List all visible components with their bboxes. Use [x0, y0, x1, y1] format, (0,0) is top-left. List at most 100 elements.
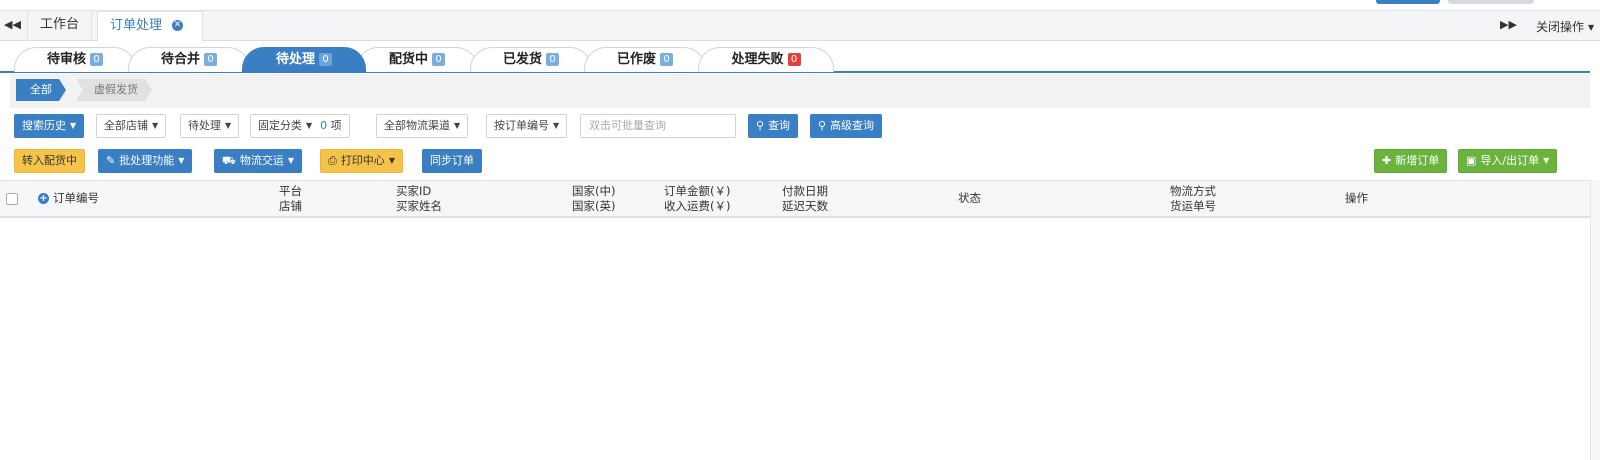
- tab-pending-merge[interactable]: 待合并 0: [128, 47, 250, 72]
- col-shipping-method: 物流方式: [1170, 184, 1216, 198]
- chevron-down-icon: ▼: [553, 121, 560, 130]
- pending-dropdown[interactable]: 待处理 ▼: [180, 114, 240, 138]
- chevron-down-icon: ▼: [225, 121, 232, 130]
- logistics-handover-dropdown[interactable]: ⛟ 物流交运 ▼: [214, 149, 302, 173]
- tab-pending-review[interactable]: 待审核 0: [14, 47, 136, 72]
- advanced-query-button[interactable]: ⚲ 高级查询: [810, 114, 883, 138]
- query-button[interactable]: ⚲ 查询: [748, 114, 799, 138]
- batch-label: 批处理功能: [119, 154, 175, 167]
- new-order-label: 新增订单: [1395, 154, 1440, 167]
- tab-workbench-label: 工作台: [40, 17, 80, 32]
- fixed-category-label: 固定分类: [258, 119, 302, 132]
- col-country-cn: 国家(中): [572, 184, 616, 198]
- search-field-label: 按订单编号: [494, 119, 549, 132]
- plus-icon: ✚: [1382, 154, 1392, 167]
- logistics-dropdown[interactable]: 全部物流渠道 ▼: [376, 114, 469, 138]
- top-stub-blue: [1376, 0, 1440, 4]
- tab-failed[interactable]: 处理失败 0: [698, 47, 834, 72]
- filter-all[interactable]: 全部: [16, 79, 66, 101]
- col-pay-date: 付款日期: [782, 184, 828, 198]
- briefcase-icon: ▣: [1466, 154, 1477, 167]
- col-delay-days: 延迟天数: [782, 199, 828, 213]
- batch-dropdown[interactable]: ✎ 批处理功能 ▼: [98, 149, 193, 173]
- to-picking-button[interactable]: 转入配货中: [14, 149, 85, 173]
- count-badge: 0: [432, 53, 445, 66]
- col-buyer-id: 买家ID: [396, 184, 432, 198]
- col-tracking-no: 货运单号: [1170, 199, 1216, 213]
- chevron-down-icon: ▼: [287, 156, 294, 165]
- logistics-label: 全部物流渠道: [384, 119, 450, 132]
- search-history-label: 搜索历史: [22, 119, 66, 132]
- item-unit: 项: [330, 119, 342, 132]
- col-shipping-income: 收入运费(￥): [664, 199, 731, 213]
- col-operation: 操作: [1345, 191, 1368, 205]
- search-field-dropdown[interactable]: 按订单编号 ▼: [486, 114, 568, 138]
- select-all-checkbox[interactable]: [6, 193, 18, 205]
- search-icon: ⚲: [756, 119, 765, 132]
- import-export-dropdown[interactable]: ▣ 导入/出订单 ▼: [1458, 149, 1558, 173]
- chevron-down-icon: ▼: [1543, 156, 1550, 165]
- query-label: 查询: [768, 119, 791, 132]
- to-picking-label: 转入配货中: [22, 154, 77, 167]
- count-badge: 0: [660, 53, 673, 66]
- count-badge: 0: [204, 53, 217, 66]
- print-icon: ⎙: [328, 154, 337, 167]
- window-tab-bar: ◀◀ 工作台 订单处理 ✕ ▶▶ 关闭操作 ▼: [0, 0, 1600, 42]
- chevron-down-icon: ▼: [388, 156, 395, 165]
- expand-all-icon[interactable]: +: [38, 193, 49, 204]
- col-buyer-name: 买家姓名: [396, 199, 442, 213]
- col-store: 店铺: [279, 199, 302, 213]
- import-export-label: 导入/出订单: [1480, 154, 1540, 167]
- action-toolbar: 转入配货中 ✎ 批处理功能 ▼ ⛟ 物流交运 ▼ ⎙ 打印中心 ▼ 同步订单 ✚ 新增订单 ▣…: [10, 144, 1590, 178]
- col-status: 状态: [958, 191, 981, 205]
- store-dropdown[interactable]: 全部店铺 ▼: [96, 114, 167, 138]
- chevron-down-icon: ▼: [70, 121, 77, 130]
- close-operations-menu[interactable]: 关闭操作 ▼: [1536, 18, 1594, 35]
- print-center-label: 打印中心: [340, 154, 385, 167]
- orders-table-header: + 订单编号 平台 店铺 买家ID 买家姓名 国家(中) 国家(英) 订单金额(…: [0, 180, 1590, 218]
- close-tab-icon[interactable]: ✕: [172, 20, 184, 31]
- tab-order-processing[interactable]: 订单处理 ✕: [97, 11, 203, 42]
- status-tabs: 待审核 0 待合并 0 配货中 0 已发货 0 已作废 0 处理失败 0 待处理 0: [0, 43, 1590, 73]
- tab-label: 待处理: [275, 52, 315, 67]
- scroll-left-icon[interactable]: ◀◀: [4, 18, 21, 31]
- tab-voided[interactable]: 已作废 0: [584, 47, 706, 72]
- edit-icon: ✎: [106, 154, 116, 167]
- item-count: 0: [320, 119, 328, 132]
- new-order-button[interactable]: ✚ 新增订单: [1374, 149, 1448, 173]
- col-order-no: 订单编号: [53, 191, 99, 205]
- chevron-down-icon: ▼: [306, 121, 313, 130]
- truck-icon: ⛟: [222, 154, 236, 167]
- tab-picking[interactable]: 配货中 0: [356, 47, 478, 72]
- sync-orders-label: 同步订单: [430, 154, 474, 167]
- pending-label: 待处理: [188, 119, 221, 132]
- store-label: 全部店铺: [104, 119, 148, 132]
- filter-toolbar: 搜索历史 ▼ 全部店铺 ▼ 待处理 ▼ 固定分类 ▼ 0 项 全部物流渠道 ▼ 按订单编号 ▼…: [10, 108, 1590, 144]
- search-icon: ⚲: [818, 119, 827, 132]
- print-center-dropdown[interactable]: ⎙ 打印中心 ▼: [320, 149, 403, 173]
- tab-shipped[interactable]: 已发货 0: [470, 47, 592, 72]
- tab-workbench[interactable]: 工作台: [27, 11, 93, 41]
- filter-virtual-shipping[interactable]: 虚假发货: [76, 79, 152, 101]
- vertical-scrollbar[interactable]: [1590, 180, 1600, 460]
- tab-label: 已作废: [616, 52, 656, 67]
- chevron-down-icon: ▼: [1588, 23, 1595, 32]
- filter-virtual-label: 虚假发货: [94, 83, 138, 96]
- tab-label: 处理失败: [731, 52, 784, 67]
- search-input[interactable]: 双击可批量查询: [580, 114, 736, 138]
- col-country-en: 国家(英): [572, 199, 616, 213]
- count-badge: 0: [319, 53, 332, 66]
- scroll-right-icon[interactable]: ▶▶: [1500, 18, 1517, 31]
- tab-pending-process[interactable]: 待处理 0: [242, 47, 366, 73]
- sync-orders-button[interactable]: 同步订单: [422, 149, 482, 173]
- chevron-down-icon: ▼: [454, 121, 461, 130]
- count-badge: 0: [90, 53, 103, 66]
- count-badge: 0: [546, 53, 559, 66]
- advanced-query-label: 高级查询: [830, 119, 875, 132]
- tab-label: 待审核: [46, 52, 86, 67]
- count-badge: 0: [787, 53, 801, 66]
- search-placeholder: 双击可批量查询: [589, 119, 666, 132]
- search-history-dropdown[interactable]: 搜索历史 ▼: [14, 114, 85, 138]
- close-operations-label: 关闭操作: [1536, 20, 1585, 34]
- fixed-category-dropdown[interactable]: 固定分类 ▼ 0 项: [250, 114, 350, 138]
